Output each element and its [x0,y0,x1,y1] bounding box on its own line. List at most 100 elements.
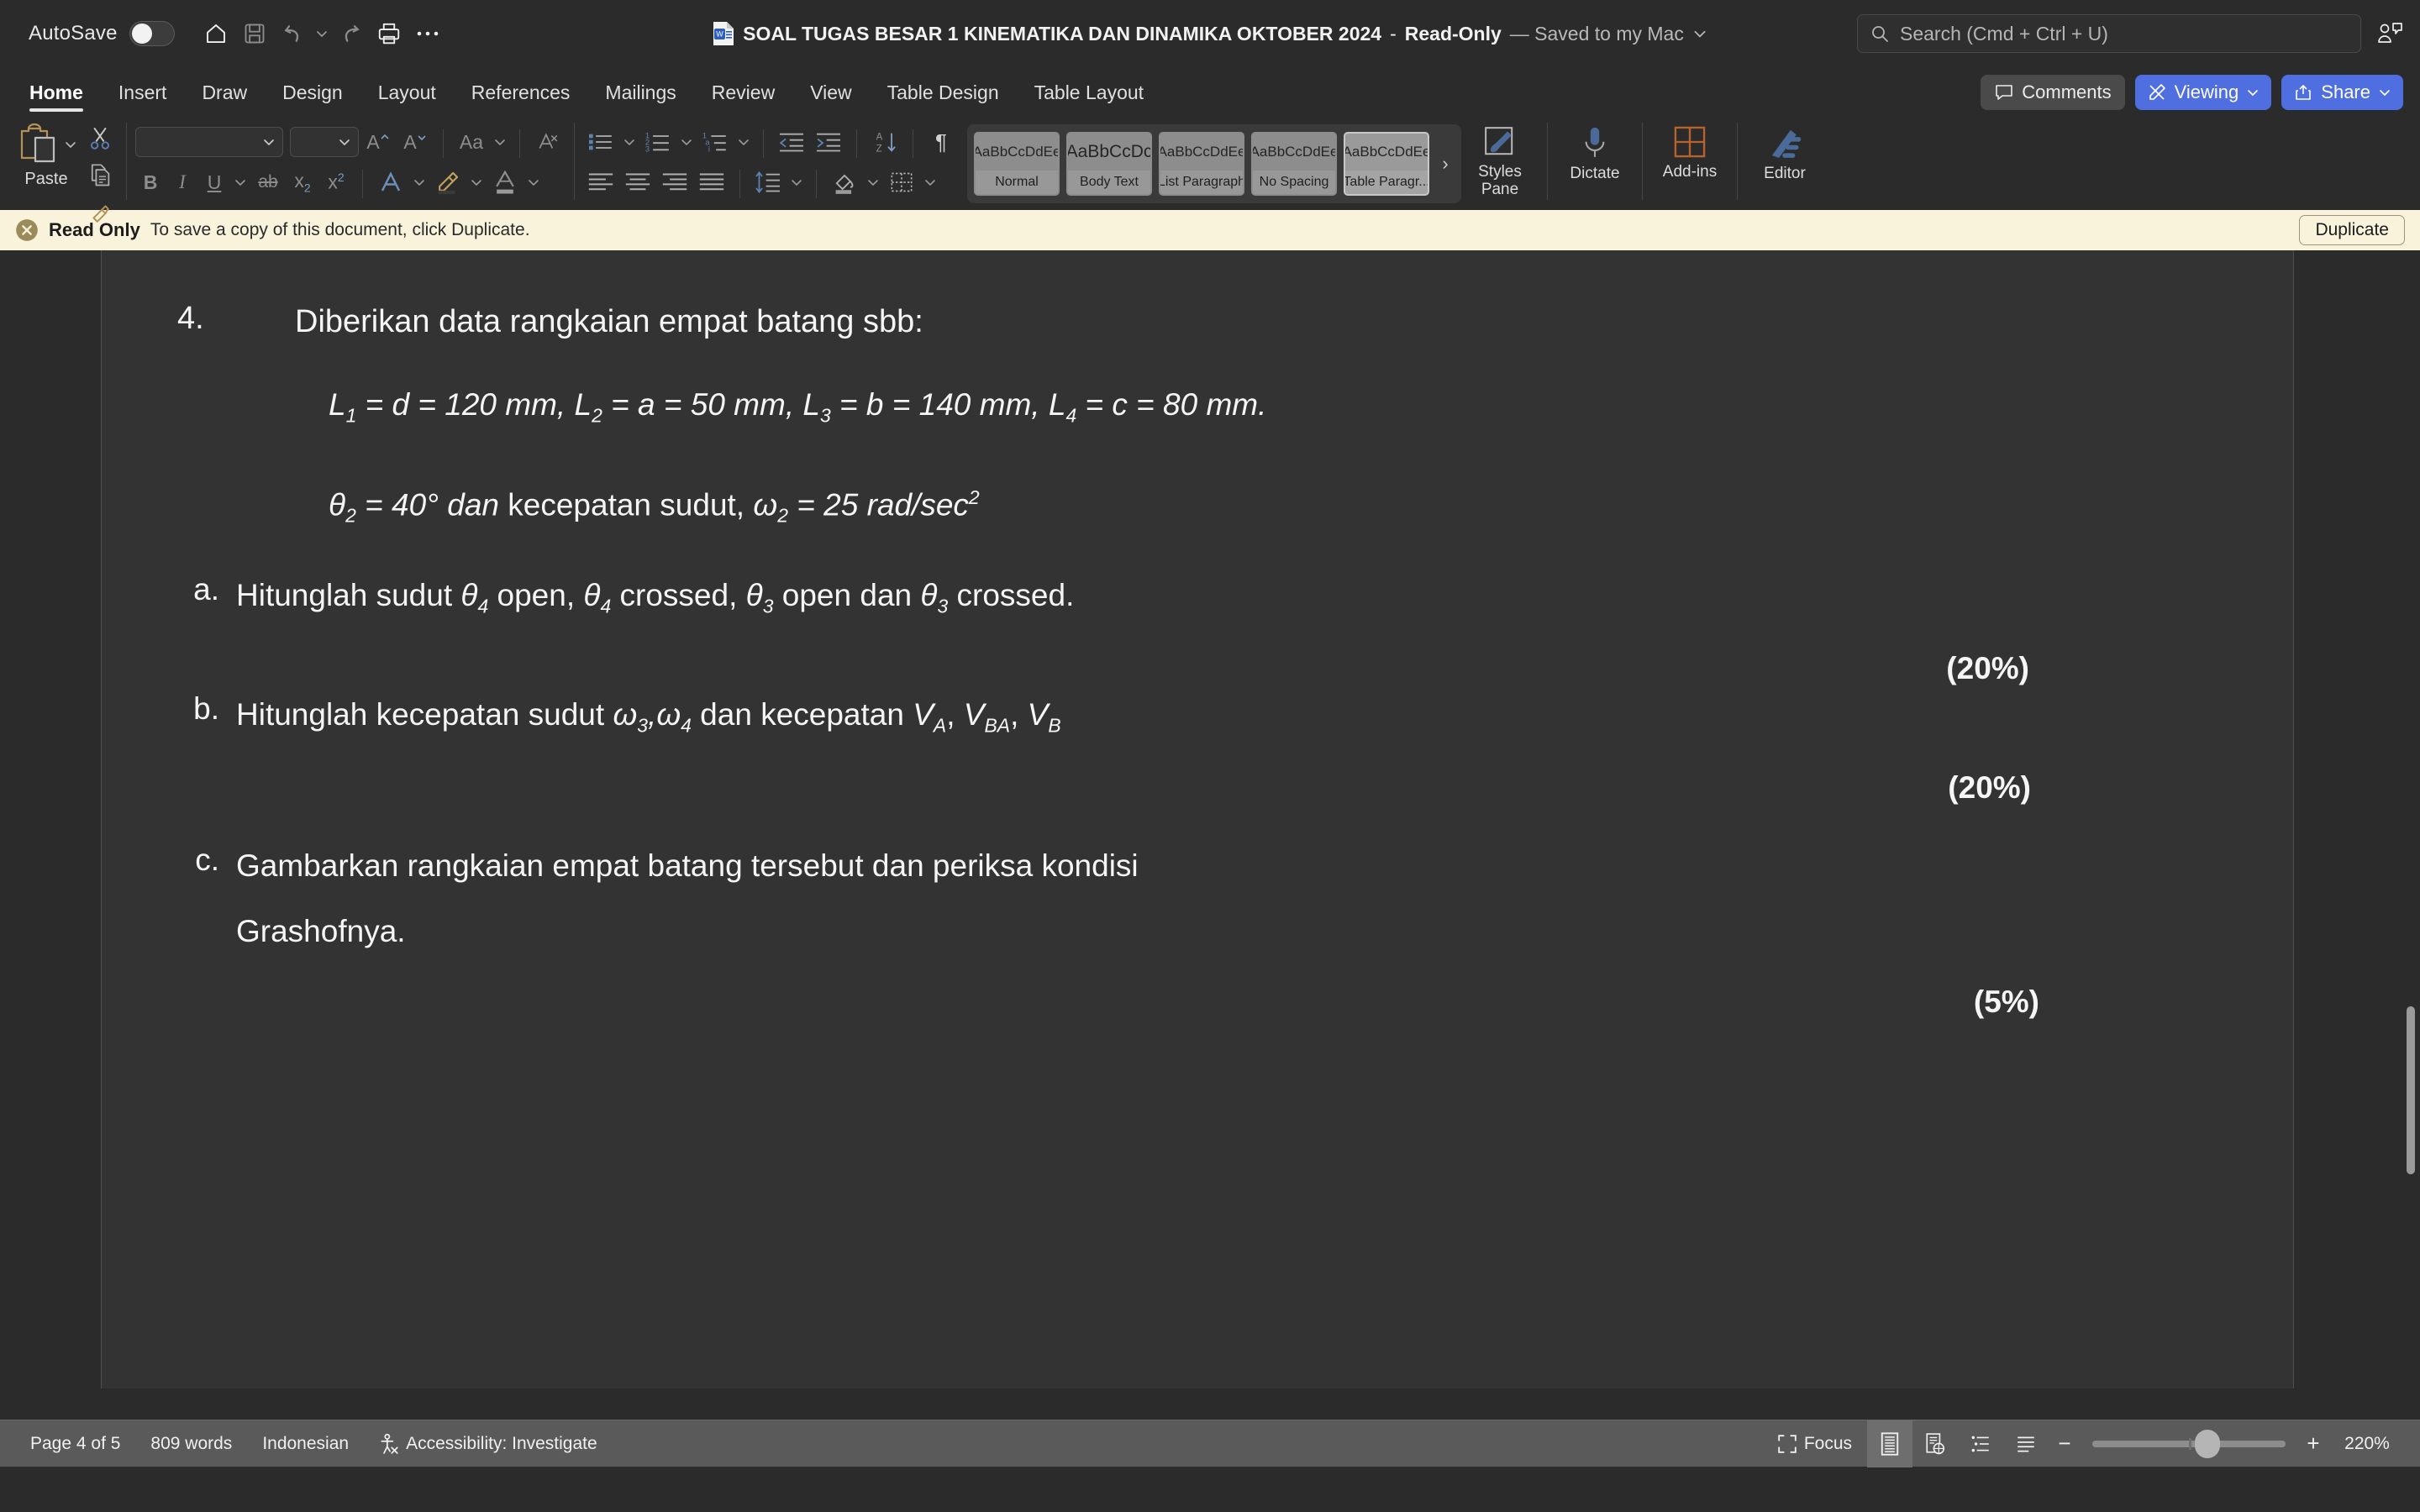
home-icon[interactable] [197,14,235,53]
borders-chevron-down-icon[interactable] [921,165,939,200]
duplicate-button[interactable]: Duplicate [2299,215,2405,245]
show-formatting-marks-icon[interactable]: ¶ [923,124,959,160]
borders-icon[interactable] [884,165,919,200]
document-canvas[interactable]: 4. Diberikan data rangkaian empat batang… [0,250,2420,1420]
viewing-mode-button[interactable]: Viewing [2134,75,2272,110]
sort-icon[interactable]: AZ [867,124,902,160]
numbering-chevron-down-icon[interactable] [677,124,696,160]
bold-button[interactable]: B [135,165,166,200]
addins-button[interactable]: Add-ins [1651,118,1728,205]
person-comment-icon[interactable] [2375,21,2403,46]
line-spacing-chevron-down-icon[interactable] [787,165,806,200]
language-indicator[interactable]: Indonesian [247,1420,364,1467]
tab-home[interactable]: Home [12,67,101,118]
editor-button[interactable]: Editor [1746,118,1823,205]
line-spacing-icon[interactable] [750,165,786,200]
shading-icon[interactable] [827,165,862,200]
tab-references[interactable]: References [454,67,588,118]
tab-view[interactable]: View [792,67,869,118]
style-normal[interactable]: AaBbCcDdEe Normal [974,132,1060,196]
shading-chevron-down-icon[interactable] [864,165,882,200]
dictate-button[interactable]: Dictate [1556,118,1634,205]
paste-chevron-down-icon[interactable] [64,138,77,151]
font-color-icon[interactable] [487,165,523,200]
tab-insert[interactable]: Insert [101,67,185,118]
styles-pane-button[interactable]: Styles Pane [1461,118,1539,205]
more-options-icon[interactable] [408,14,447,53]
vertical-scrollbar[interactable] [2407,1006,2415,1174]
font-color-chevron-down-icon[interactable] [524,165,543,200]
increase-indent-icon[interactable] [811,124,846,160]
comments-button[interactable]: Comments [1981,75,2125,110]
highlight-chevron-down-icon[interactable] [467,165,486,200]
tab-table-design[interactable]: Table Design [870,67,1017,118]
change-case-chevron-down-icon[interactable] [491,124,509,160]
subscript-button[interactable]: x2 [287,165,318,200]
zoom-in-button[interactable]: + [2297,1431,2329,1457]
style-table-paragraph[interactable]: AaBbCcDdEe Table Paragr... [1344,132,1429,196]
cut-icon[interactable] [82,121,118,156]
styles-gallery-more-icon[interactable]: › [1436,153,1455,175]
view-draft-icon[interactable] [2003,1420,2049,1467]
save-icon[interactable] [235,14,274,53]
justify-icon[interactable] [694,165,729,200]
highlight-icon[interactable] [430,165,466,200]
clear-formatting-icon[interactable] [530,124,566,160]
zoom-out-button[interactable]: − [2049,1431,2081,1457]
tab-table-layout[interactable]: Table Layout [1017,67,1161,118]
align-center-icon[interactable] [620,165,655,200]
share-button[interactable]: Share [2281,75,2403,110]
align-right-icon[interactable] [657,165,692,200]
zoom-slider-thumb[interactable] [2194,1429,2220,1458]
accessibility-status[interactable]: Accessibility: Investigate [364,1420,613,1467]
multilevel-list-icon[interactable]: 1ai [697,124,733,160]
change-case-button[interactable]: Aa [454,124,489,160]
search-input[interactable]: Search (Cmd + Ctrl + U) [1857,14,2361,53]
view-print-layout-icon[interactable] [1867,1420,1912,1467]
undo-chevron-icon[interactable] [313,14,331,53]
item-a-theta-3: θ [745,578,763,613]
bullets-chevron-down-icon[interactable] [620,124,639,160]
superscript-button[interactable]: x2 [320,165,352,200]
strikethrough-button[interactable]: ab [251,165,285,200]
tab-mailings[interactable]: Mailings [587,67,693,118]
italic-button[interactable]: I [167,165,197,200]
font-name-combobox[interactable] [135,127,283,157]
style-no-spacing[interactable]: AaBbCcDdEe No Spacing [1251,132,1337,196]
focus-button[interactable]: Focus [1762,1420,1867,1467]
page-indicator[interactable]: Page 4 of 5 [15,1420,135,1467]
align-left-icon[interactable] [583,165,618,200]
text-effects-chevron-down-icon[interactable] [410,165,429,200]
copy-icon[interactable] [82,158,118,193]
undo-icon[interactable] [274,14,313,53]
zoom-level[interactable]: 220% [2329,1434,2405,1454]
decrease-indent-icon[interactable] [774,124,809,160]
print-icon[interactable] [370,14,408,53]
underline-button[interactable]: U [199,165,229,200]
paste-button[interactable]: Paste [10,118,82,189]
redo-icon[interactable] [331,14,370,53]
shrink-font-button[interactable]: A [397,124,433,160]
item-b-comma: , [648,697,657,732]
saved-status-chevron-icon[interactable] [1692,26,1707,41]
numbering-icon[interactable]: 123 [640,124,676,160]
font-size-combobox[interactable] [290,127,359,157]
tab-review[interactable]: Review [694,67,792,118]
view-outline-icon[interactable] [1958,1420,2003,1467]
style-list-paragraph[interactable]: AaBbCcDdEe List Paragraph [1159,132,1244,196]
underline-chevron-down-icon[interactable] [231,165,250,200]
view-web-layout-icon[interactable] [1912,1420,1958,1467]
autosave-toggle[interactable] [129,21,175,46]
tab-design[interactable]: Design [265,67,360,118]
multilevel-list-chevron-down-icon[interactable] [734,124,753,160]
style-body-text[interactable]: AaBbCcDc Body Text [1066,132,1152,196]
zoom-slider[interactable] [2092,1429,2286,1458]
read-only-close-icon[interactable] [15,218,39,242]
bullets-icon[interactable] [583,124,618,160]
word-count[interactable]: 809 words [135,1420,247,1467]
text-effects-icon[interactable] [373,165,408,200]
format-painter-icon[interactable] [82,195,118,230]
tab-layout[interactable]: Layout [360,67,454,118]
tab-draw[interactable]: Draw [184,67,265,118]
grow-font-button[interactable]: A [360,124,396,160]
